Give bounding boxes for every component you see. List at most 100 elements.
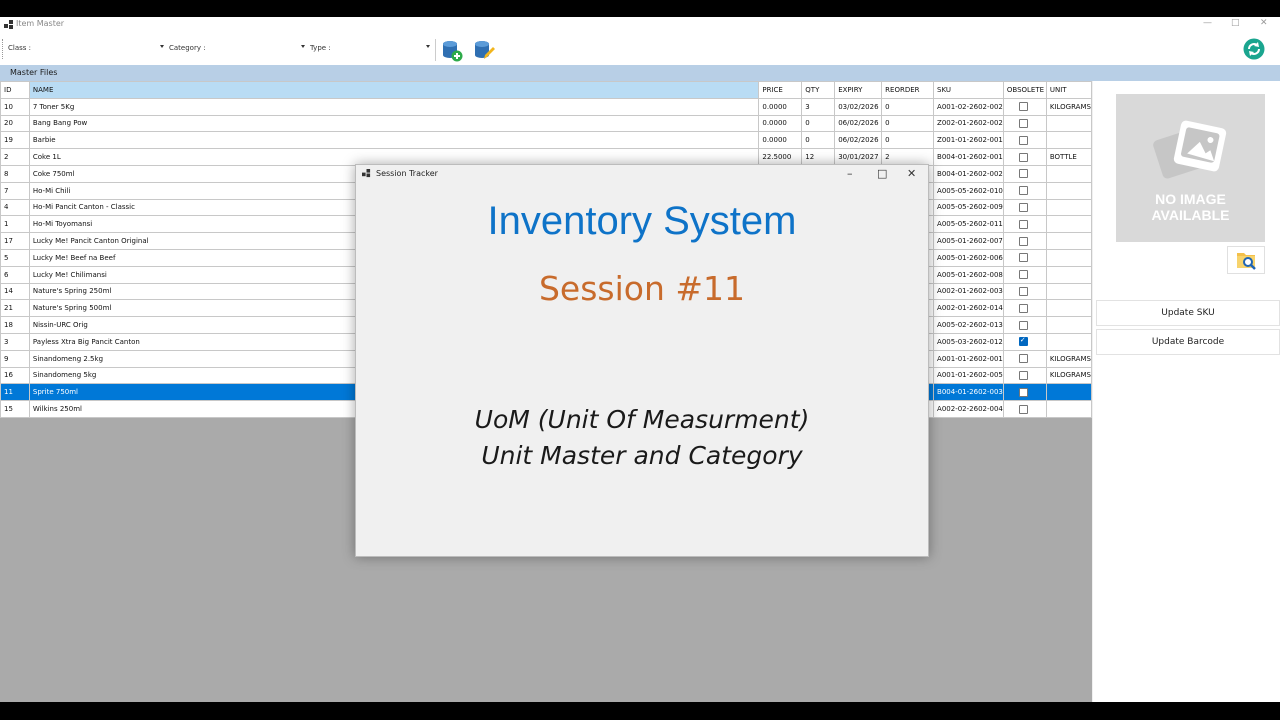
column-header-price[interactable]: PRICE xyxy=(758,81,803,99)
unit-cell[interactable] xyxy=(1045,299,1092,318)
qty-cell[interactable]: 3 xyxy=(801,97,836,116)
unit-cell[interactable] xyxy=(1045,164,1092,183)
id-cell[interactable]: 17 xyxy=(0,232,30,250)
browse-image-button[interactable] xyxy=(1227,246,1265,274)
obsolete-checkbox[interactable] xyxy=(1018,186,1028,196)
qty-cell[interactable]: 0 xyxy=(801,114,836,133)
sku-cell[interactable]: A001-01-2602-005 xyxy=(933,366,1004,385)
obsolete-checkbox[interactable] xyxy=(1018,404,1028,414)
unit-cell[interactable] xyxy=(1045,332,1092,351)
expiry-cell[interactable]: 06/02/2026 xyxy=(834,114,883,133)
id-cell[interactable]: 20 xyxy=(0,114,30,133)
name-cell[interactable]: Coke 1L xyxy=(28,148,760,166)
sku-cell[interactable]: A002-01-2602-014 xyxy=(933,299,1004,318)
column-header-reorder[interactable]: REORDER xyxy=(881,81,935,99)
price-cell[interactable]: 0.0000 xyxy=(758,97,803,116)
id-cell[interactable]: 16 xyxy=(0,366,30,385)
unit-cell[interactable] xyxy=(1045,114,1092,133)
id-cell[interactable]: 21 xyxy=(0,299,30,318)
id-cell[interactable]: 8 xyxy=(0,164,30,183)
obsolete-checkbox[interactable] xyxy=(1018,303,1028,313)
sku-cell[interactable]: B004-01-2602-001 xyxy=(933,148,1004,166)
unit-cell[interactable]: KILOGRAMS xyxy=(1045,97,1092,116)
unit-cell[interactable] xyxy=(1045,232,1092,250)
id-cell[interactable]: 10 xyxy=(0,97,30,116)
price-cell[interactable]: 0.0000 xyxy=(758,131,803,150)
unit-cell[interactable] xyxy=(1045,131,1092,150)
obsolete-checkbox[interactable] xyxy=(1018,118,1028,128)
id-cell[interactable]: 14 xyxy=(0,282,30,301)
column-header-name[interactable]: NAME xyxy=(28,81,760,99)
table-row[interactable]: 20 Bang Bang Pow 0.0000 0 06/02/2026 0 Z002-01… xyxy=(0,114,1092,133)
reorder-cell[interactable]: 0 xyxy=(881,114,935,133)
sku-cell[interactable]: A005-03-2602-012 xyxy=(933,332,1004,351)
sku-cell[interactable]: B004-01-2602-002 xyxy=(933,164,1004,183)
expiry-cell[interactable]: 30/01/2027 xyxy=(834,148,883,166)
obsolete-checkbox[interactable] xyxy=(1018,286,1028,296)
table-row[interactable]: 10 7 Toner 5Kg 0.0000 3 03/02/2026 0 A001-02-2… xyxy=(0,97,1092,116)
name-cell[interactable]: Barbie xyxy=(28,131,760,150)
sku-cell[interactable]: A005-05-2602-011 xyxy=(933,215,1004,234)
sku-cell[interactable]: A002-01-2602-003 xyxy=(933,282,1004,301)
name-cell[interactable]: Bang Bang Pow xyxy=(28,114,760,133)
add-item-icon[interactable] xyxy=(440,38,464,62)
obsolete-cell[interactable] xyxy=(1002,282,1047,301)
table-row[interactable]: 2 Coke 1L 22.5000 12 30/01/2027 2 B004-01-2602… xyxy=(0,148,1092,166)
sku-cell[interactable]: A005-01-2602-006 xyxy=(933,248,1004,267)
sku-cell[interactable]: A005-01-2602-007 xyxy=(933,232,1004,250)
update-barcode-button[interactable]: Update Barcode xyxy=(1096,329,1280,355)
id-cell[interactable]: 3 xyxy=(0,332,30,351)
id-cell[interactable]: 6 xyxy=(0,265,30,284)
obsolete-cell[interactable] xyxy=(1002,332,1047,351)
obsolete-cell[interactable] xyxy=(1002,248,1047,267)
expiry-cell[interactable]: 06/02/2026 xyxy=(834,131,883,150)
reorder-cell[interactable]: 0 xyxy=(881,131,935,150)
id-cell[interactable]: 7 xyxy=(0,181,30,200)
obsolete-cell[interactable] xyxy=(1002,215,1047,234)
unit-cell[interactable] xyxy=(1045,265,1092,284)
unit-cell[interactable]: KILOGRAMS xyxy=(1045,349,1092,368)
obsolete-cell[interactable] xyxy=(1002,131,1047,150)
obsolete-cell[interactable] xyxy=(1002,181,1047,200)
obsolete-checkbox[interactable] xyxy=(1018,354,1028,364)
column-header-id[interactable]: ID xyxy=(0,81,30,99)
unit-cell[interactable] xyxy=(1045,316,1092,334)
obsolete-cell[interactable] xyxy=(1002,114,1047,133)
reorder-cell[interactable]: 0 xyxy=(881,97,935,116)
sku-cell[interactable]: Z002-01-2602-002 xyxy=(933,114,1004,133)
maximize-icon[interactable]: □ xyxy=(877,167,887,180)
close-icon[interactable]: ✕ xyxy=(907,167,916,180)
obsolete-checkbox[interactable] xyxy=(1018,270,1028,280)
obsolete-cell[interactable] xyxy=(1002,232,1047,250)
unit-cell[interactable] xyxy=(1045,282,1092,301)
id-cell[interactable]: 15 xyxy=(0,400,30,418)
obsolete-checkbox[interactable] xyxy=(1018,102,1028,112)
sku-cell[interactable]: Z001-01-2602-001 xyxy=(933,131,1004,150)
id-cell[interactable]: 2 xyxy=(0,148,30,166)
price-cell[interactable]: 0.0000 xyxy=(758,114,803,133)
id-cell[interactable]: 9 xyxy=(0,349,30,368)
name-cell[interactable]: 7 Toner 5Kg xyxy=(28,97,760,116)
column-header-unit[interactable]: UNIT xyxy=(1045,81,1092,99)
update-sku-button[interactable]: Update SKU xyxy=(1096,300,1280,326)
obsolete-cell[interactable] xyxy=(1002,97,1047,116)
price-cell[interactable]: 22.5000 xyxy=(758,148,803,166)
unit-cell[interactable] xyxy=(1045,198,1092,217)
obsolete-cell[interactable] xyxy=(1002,164,1047,183)
unit-cell[interactable] xyxy=(1045,215,1092,234)
obsolete-checkbox[interactable] xyxy=(1018,202,1028,212)
id-cell[interactable]: 19 xyxy=(0,131,30,150)
obsolete-checkbox[interactable] xyxy=(1018,370,1028,380)
column-header-obsolete[interactable]: OBSOLETE xyxy=(1002,81,1047,99)
maximize-icon[interactable]: □ xyxy=(1231,18,1240,28)
obsolete-cell[interactable] xyxy=(1002,265,1047,284)
type-combo[interactable] xyxy=(330,41,432,55)
id-cell[interactable]: 4 xyxy=(0,198,30,217)
qty-cell[interactable]: 12 xyxy=(801,148,836,166)
expiry-cell[interactable]: 03/02/2026 xyxy=(834,97,883,116)
obsolete-checkbox[interactable] xyxy=(1018,253,1028,263)
obsolete-cell[interactable] xyxy=(1002,198,1047,217)
obsolete-cell[interactable] xyxy=(1002,400,1047,418)
column-header-qty[interactable]: QTY xyxy=(801,81,836,99)
obsolete-cell[interactable] xyxy=(1002,316,1047,334)
